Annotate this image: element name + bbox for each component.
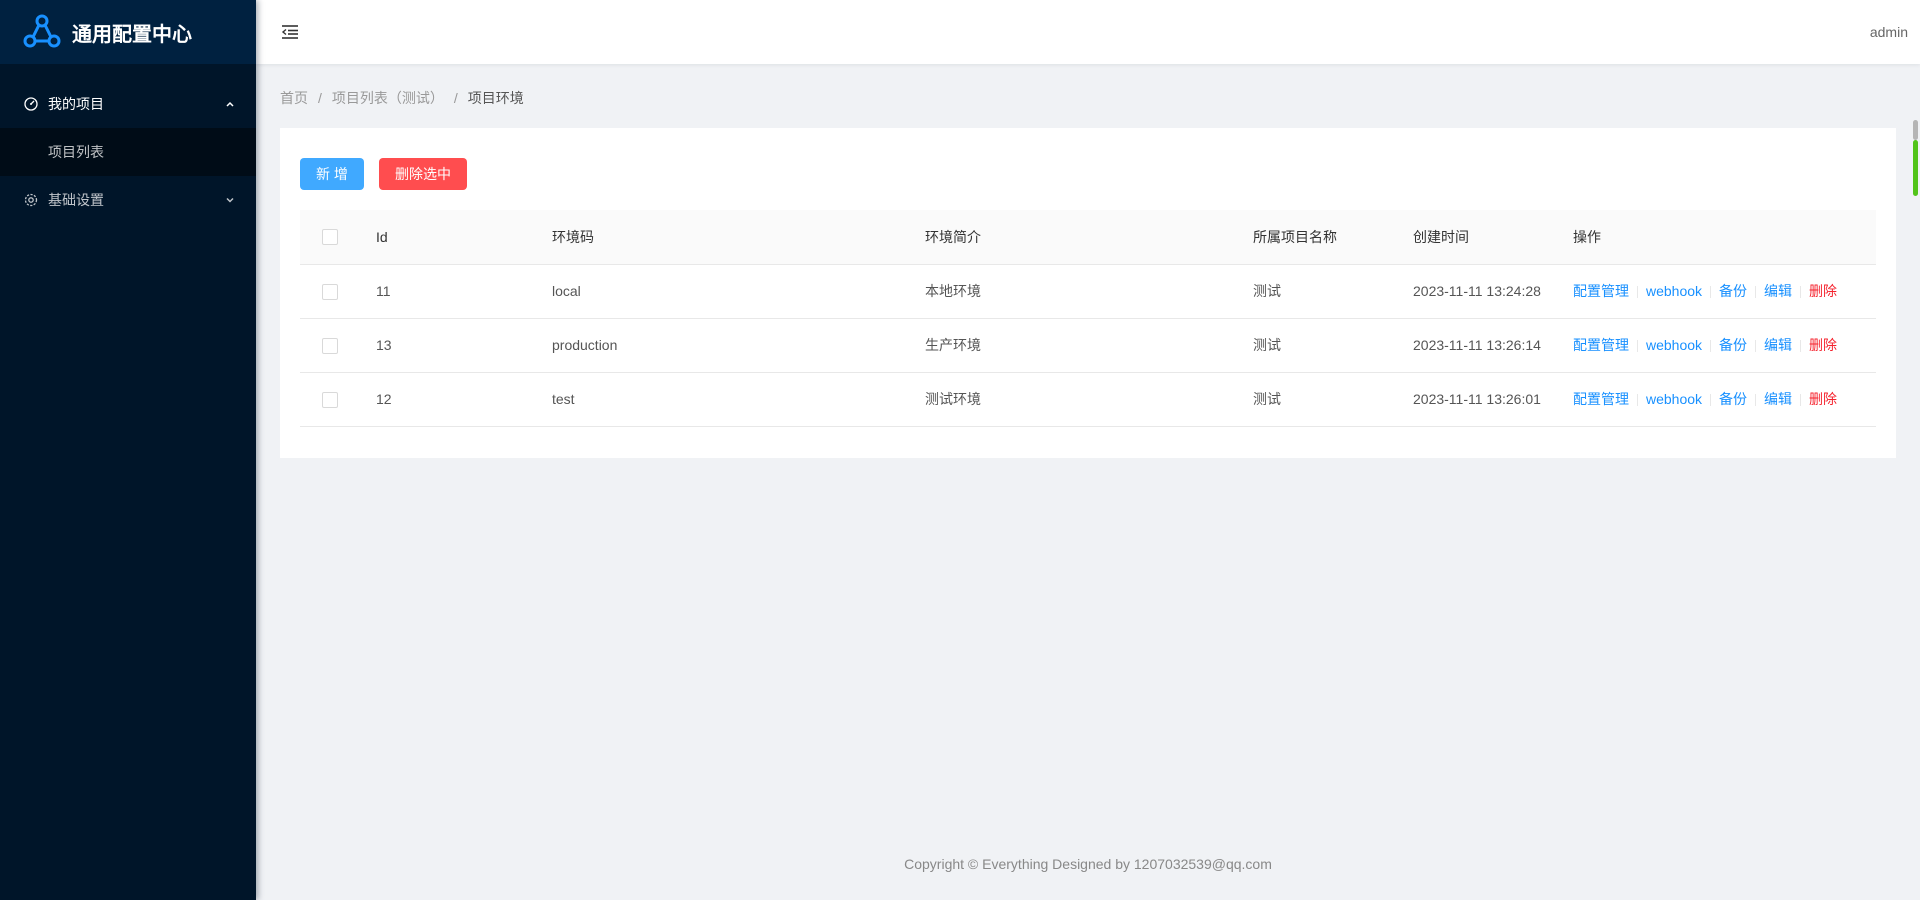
sidebar-item-label: 我的项目 xyxy=(48,96,104,112)
environment-card: 新 增 删除选中 Id 环境码 环境简介 所属项目名称 创建时间 操作 11 lo… xyxy=(280,128,1896,458)
table-row: 13 production 生产环境 测试 2023-11-11 13:26:14 配置管… xyxy=(300,318,1876,373)
delete-selected-button[interactable]: 删除选中 xyxy=(379,158,467,190)
cell-created: 2023-11-11 13:26:14 xyxy=(1413,318,1573,373)
backup-link[interactable]: 备份 xyxy=(1719,283,1747,299)
table-row: 12 test 测试环境 测试 2023-11-11 13:26:01 配置管理 webho… xyxy=(300,372,1876,427)
top-header: admin xyxy=(256,0,1920,64)
edit-link[interactable]: 编辑 xyxy=(1764,283,1792,299)
sidebar-item-label: 基础设置 xyxy=(48,192,104,208)
edit-link[interactable]: 编辑 xyxy=(1764,391,1792,407)
user-menu[interactable]: admin xyxy=(1870,24,1908,40)
action-divider xyxy=(1755,286,1757,299)
app-logo[interactable]: 通用配置中心 xyxy=(0,0,256,64)
action-divider xyxy=(1710,340,1712,353)
sidebar-menu: 我的项目 项目列表 基础设置 xyxy=(0,64,256,224)
sidebar-subitem-label: 项目列表 xyxy=(48,144,104,160)
action-divider xyxy=(1710,286,1712,299)
action-divider xyxy=(1710,394,1712,407)
scrollbar-track-indicator xyxy=(1913,120,1918,140)
row-checkbox[interactable] xyxy=(322,283,338,300)
webhook-link[interactable]: webhook xyxy=(1646,283,1702,299)
cell-created: 2023-11-11 13:24:28 xyxy=(1413,264,1573,319)
main-content: 首页 / 项目列表（测试） / 项目环境 新 增 删除选中 Id 环境码 环境简… xyxy=(256,64,1920,900)
backup-link[interactable]: 备份 xyxy=(1719,337,1747,353)
backup-link[interactable]: 备份 xyxy=(1719,391,1747,407)
sidebar-item-my-projects[interactable]: 我的项目 xyxy=(0,80,256,128)
webhook-link[interactable]: webhook xyxy=(1646,391,1702,407)
cell-desc: 测试环境 xyxy=(925,372,1253,427)
breadcrumb-current: 项目环境 xyxy=(467,90,524,106)
cell-desc: 本地环境 xyxy=(925,264,1253,319)
column-header-code: 环境码 xyxy=(552,210,925,265)
breadcrumb-project-list[interactable]: 项目列表（测试） xyxy=(332,88,444,108)
column-header-created: 创建时间 xyxy=(1413,210,1573,265)
gear-icon xyxy=(24,193,38,207)
cell-code: test xyxy=(552,372,925,427)
cell-desc: 生产环境 xyxy=(925,318,1253,373)
footer-copyright: Copyright © Everything Designed by 12070… xyxy=(904,856,1272,872)
cell-actions: 配置管理 webhook 备份 编辑 删除 xyxy=(1573,318,1876,373)
action-divider xyxy=(1800,394,1802,407)
column-header-id: Id xyxy=(376,210,552,265)
submenu-my-projects: 项目列表 xyxy=(0,128,256,176)
column-header-desc: 环境简介 xyxy=(925,210,1253,265)
action-divider xyxy=(1637,340,1638,353)
column-header-project: 所属项目名称 xyxy=(1253,210,1413,265)
sidebar-item-basic-settings[interactable]: 基础设置 xyxy=(0,176,256,224)
cell-project: 测试 xyxy=(1253,318,1413,373)
table-row: 11 local 本地环境 测试 2023-11-11 13:24:28 配置管理 webh… xyxy=(300,264,1876,319)
action-divider xyxy=(1755,340,1757,353)
dashboard-icon xyxy=(24,97,38,111)
row-checkbox[interactable] xyxy=(322,337,338,354)
cell-created: 2023-11-11 13:26:01 xyxy=(1413,372,1573,427)
chevron-down-icon xyxy=(224,193,236,205)
action-divider xyxy=(1800,340,1802,353)
action-divider xyxy=(1637,394,1638,407)
cell-actions: 配置管理 webhook 备份 编辑 删除 xyxy=(1573,372,1876,427)
menu-fold-icon[interactable] xyxy=(280,22,300,42)
config-manage-link[interactable]: 配置管理 xyxy=(1573,283,1629,299)
page-scrollbar[interactable] xyxy=(1910,120,1920,196)
chevron-up-icon xyxy=(224,97,236,109)
column-header-actions: 操作 xyxy=(1573,210,1876,265)
scrollbar-thumb[interactable] xyxy=(1913,140,1918,196)
breadcrumb: 首页 / 项目列表（测试） / 项目环境 xyxy=(280,88,524,108)
breadcrumb-separator: / xyxy=(318,90,322,106)
add-button[interactable]: 新 增 xyxy=(300,158,364,190)
cell-code: production xyxy=(552,318,925,373)
edit-link[interactable]: 编辑 xyxy=(1764,337,1792,353)
cell-project: 测试 xyxy=(1253,372,1413,427)
sidebar-item-project-list[interactable]: 项目列表 xyxy=(0,128,256,176)
cell-actions: 配置管理 webhook 备份 编辑 删除 xyxy=(1573,264,1876,319)
environment-table: Id 环境码 环境简介 所属项目名称 创建时间 操作 11 local 本地环境 测试… xyxy=(300,210,1876,427)
action-divider xyxy=(1755,394,1757,407)
select-all-checkbox[interactable] xyxy=(322,229,338,246)
table-header-row: Id 环境码 环境简介 所属项目名称 创建时间 操作 xyxy=(300,210,1876,265)
breadcrumb-separator: / xyxy=(453,90,458,106)
cell-project: 测试 xyxy=(1253,264,1413,319)
breadcrumb-home[interactable]: 首页 xyxy=(280,88,308,108)
app-title: 通用配置中心 xyxy=(72,21,192,46)
delete-link[interactable]: 删除 xyxy=(1809,283,1837,299)
delete-link[interactable]: 删除 xyxy=(1809,391,1837,407)
config-manage-link[interactable]: 配置管理 xyxy=(1573,337,1629,353)
action-divider xyxy=(1637,286,1638,299)
cell-id: 12 xyxy=(376,372,552,427)
row-checkbox[interactable] xyxy=(322,391,338,408)
config-manage-link[interactable]: 配置管理 xyxy=(1573,391,1629,407)
cell-code: local xyxy=(552,264,925,319)
action-divider xyxy=(1800,286,1802,299)
delete-link[interactable]: 删除 xyxy=(1809,337,1837,353)
cell-id: 11 xyxy=(376,264,552,319)
logo-icon xyxy=(22,13,62,52)
cell-id: 13 xyxy=(376,318,552,373)
webhook-link[interactable]: webhook xyxy=(1646,337,1702,353)
sidebar: 通用配置中心 我的项目 项目列表 基础设置 xyxy=(0,0,256,900)
